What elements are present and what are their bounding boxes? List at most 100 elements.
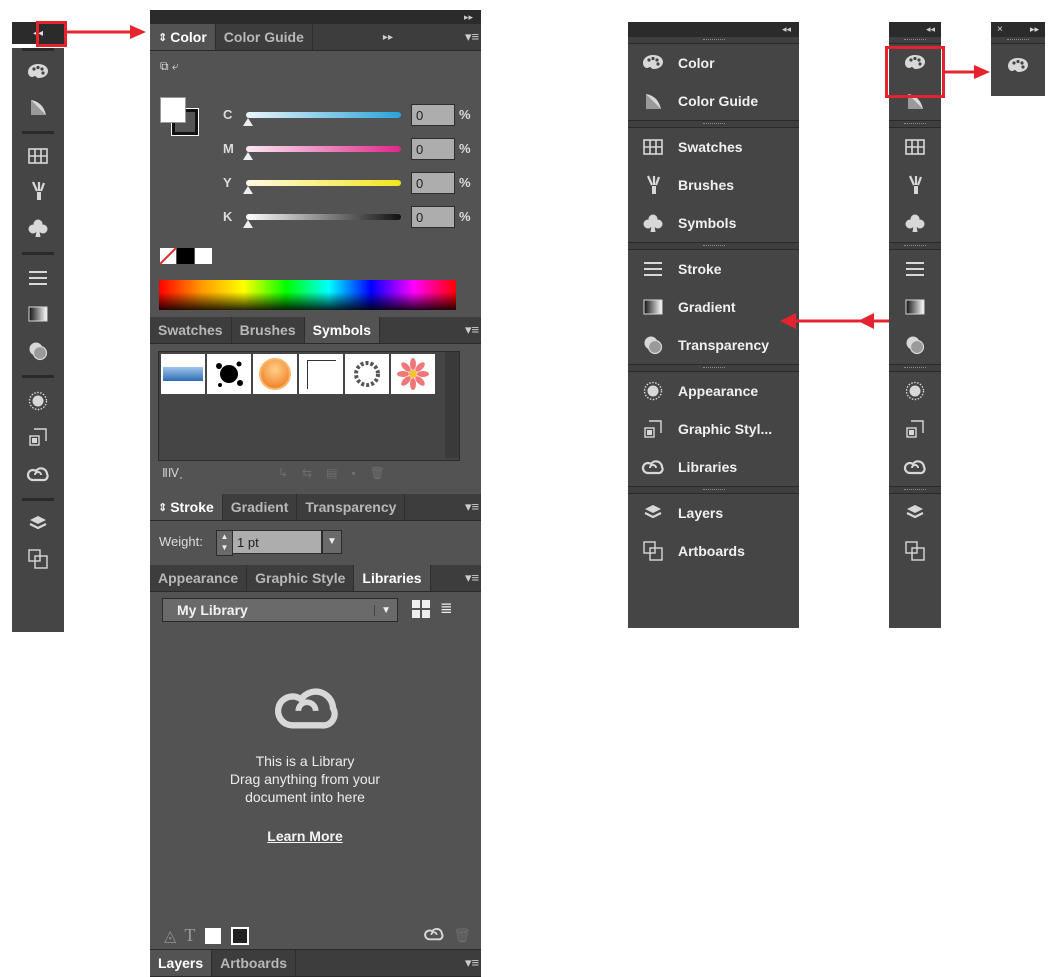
floating-color-panel[interactable]: × ▸▸ (991, 22, 1045, 96)
learn-more-link[interactable]: Learn More (150, 828, 460, 844)
dock-item-swatches[interactable]: Swatches (628, 128, 799, 166)
black-swatch[interactable] (177, 248, 194, 264)
white-swatch[interactable] (195, 248, 212, 264)
gradient-icon[interactable] (12, 295, 64, 333)
dock-item-stroke[interactable]: Stroke (628, 250, 799, 288)
stroke-icon[interactable] (889, 250, 941, 288)
dock-item-brushes[interactable]: Brushes (628, 166, 799, 204)
grid-view-button[interactable] (412, 600, 430, 618)
gradient-icon[interactable] (889, 288, 941, 326)
transparency-icon[interactable] (12, 333, 64, 369)
symbol-blue-banner[interactable] (161, 354, 205, 394)
tab-stroke[interactable]: ⇕ Stroke (150, 494, 223, 520)
symbol-libraries-icon[interactable]: ⅡⅣ˯ (162, 466, 183, 480)
layers-icon[interactable] (12, 507, 64, 541)
panel-menu-icon[interactable]: ▾≡ (463, 950, 481, 976)
expand-arrows-icon[interactable]: ▸▸ (375, 24, 401, 50)
dock-header[interactable]: ◂◂ (628, 22, 799, 36)
channel-slider[interactable] (246, 180, 401, 186)
slider-thumb[interactable] (243, 118, 253, 126)
expand-arrows-icon[interactable]: ▸▸ (464, 12, 473, 23)
slider-thumb[interactable] (243, 152, 253, 160)
dock-header[interactable]: ◂◂ (889, 22, 941, 36)
dock-item-color-guide[interactable]: Color Guide (628, 82, 799, 120)
symbol-flower[interactable] (391, 354, 435, 394)
tab-color[interactable]: ⇕ Color (150, 24, 216, 50)
add-text-icon[interactable]: T (184, 925, 195, 946)
dock-item-layers[interactable]: Layers (628, 494, 799, 532)
artboards-icon[interactable] (12, 541, 64, 577)
color-icon[interactable] (12, 55, 64, 89)
slider-thumb[interactable] (243, 220, 253, 228)
graphic-styles-icon[interactable] (889, 410, 941, 448)
collapse-arrows-icon[interactable]: ◂◂ (782, 24, 791, 35)
tab-libraries[interactable]: Libraries (354, 565, 431, 591)
weight-input[interactable]: 1 pt (232, 530, 322, 554)
tab-transparency[interactable]: Transparency (297, 494, 406, 520)
panel-menu-icon[interactable]: ▾≡ (463, 317, 481, 343)
tab-appearance[interactable]: Appearance (150, 565, 248, 591)
close-icon[interactable]: × (997, 24, 1003, 35)
trash-icon[interactable]: 🗑 (453, 927, 471, 944)
slider-thumb[interactable] (243, 186, 253, 194)
expand-arrows-icon[interactable]: ▸▸ (1030, 24, 1039, 35)
library-select[interactable]: My Library ▼ (162, 598, 398, 622)
artboards-icon[interactable] (889, 532, 941, 570)
tab-symbols[interactable]: Symbols (304, 317, 380, 343)
channel-value-input[interactable]: 0 (411, 206, 455, 228)
dock-item-transparency[interactable]: Transparency (628, 326, 799, 364)
channel-value-input[interactable]: 0 (411, 104, 455, 126)
dock-item-graphic-styles[interactable]: Graphic Styl... (628, 410, 799, 448)
brushes-icon[interactable] (889, 166, 941, 204)
tab-brushes[interactable]: Brushes (232, 317, 305, 343)
tab-layers[interactable]: Layers (150, 950, 213, 976)
tab-swatches[interactable]: Swatches (150, 317, 232, 343)
symbol-wreath[interactable] (345, 354, 389, 394)
cc-sync-icon[interactable] (423, 926, 445, 945)
brushes-icon[interactable] (12, 172, 64, 210)
fill-swatch[interactable] (160, 97, 186, 123)
channel-slider[interactable] (246, 214, 401, 220)
dock-item-libraries[interactable]: Libraries (628, 448, 799, 486)
symbols-scrollbar[interactable] (445, 352, 459, 458)
channel-slider[interactable] (246, 146, 401, 152)
libraries-icon[interactable] (889, 448, 941, 486)
panel-menu-icon[interactable]: ▾≡ (463, 494, 481, 520)
libraries-icon[interactable] (12, 456, 64, 492)
channel-value-input[interactable]: 0 (411, 138, 455, 160)
add-fill-color-button[interactable] (205, 927, 222, 944)
layers-icon[interactable] (889, 494, 941, 532)
tab-gradient[interactable]: Gradient (223, 494, 298, 520)
appearance-icon[interactable] (12, 384, 64, 418)
tab-graphic-style[interactable]: Graphic Style (247, 565, 355, 591)
swatches-icon[interactable] (12, 140, 64, 172)
channel-slider[interactable] (246, 112, 401, 118)
graphic-styles-icon[interactable] (12, 418, 64, 456)
appearance-icon[interactable] (889, 372, 941, 410)
dock-item-color[interactable]: Color (628, 44, 799, 82)
collapse-arrows-icon[interactable]: ◂◂ (926, 24, 935, 35)
swatches-icon[interactable] (889, 128, 941, 166)
color-spectrum[interactable] (159, 280, 456, 310)
panel-menu-icon[interactable]: ▾≡ (463, 565, 481, 591)
dock-item-symbols[interactable]: Symbols (628, 204, 799, 242)
floating-panel-header[interactable]: × ▸▸ (991, 22, 1045, 36)
list-view-button[interactable]: ≣ (440, 601, 453, 617)
dock-item-appearance[interactable]: Appearance (628, 372, 799, 410)
none-swatch[interactable] (160, 248, 176, 264)
color-icon[interactable] (991, 44, 1045, 88)
add-stroke-color-button[interactable] (231, 926, 250, 945)
symbol-ink-splat[interactable] (207, 354, 251, 394)
symbol-orange-button[interactable] (253, 354, 297, 394)
channel-value-input[interactable]: 0 (411, 172, 455, 194)
symbols-icon[interactable] (12, 210, 64, 246)
transparency-icon[interactable] (889, 326, 941, 364)
tab-color-guide[interactable]: Color Guide (216, 24, 313, 50)
stroke-icon[interactable] (12, 261, 64, 295)
weight-dropdown[interactable]: ▼ (322, 530, 342, 554)
symbols-icon[interactable] (889, 204, 941, 242)
dock-item-artboards[interactable]: Artboards (628, 532, 799, 570)
panel-column-header[interactable]: ▸▸ (150, 10, 481, 24)
color-guide-icon[interactable] (12, 89, 64, 125)
add-graphic-icon[interactable]: ◬ (164, 926, 176, 946)
